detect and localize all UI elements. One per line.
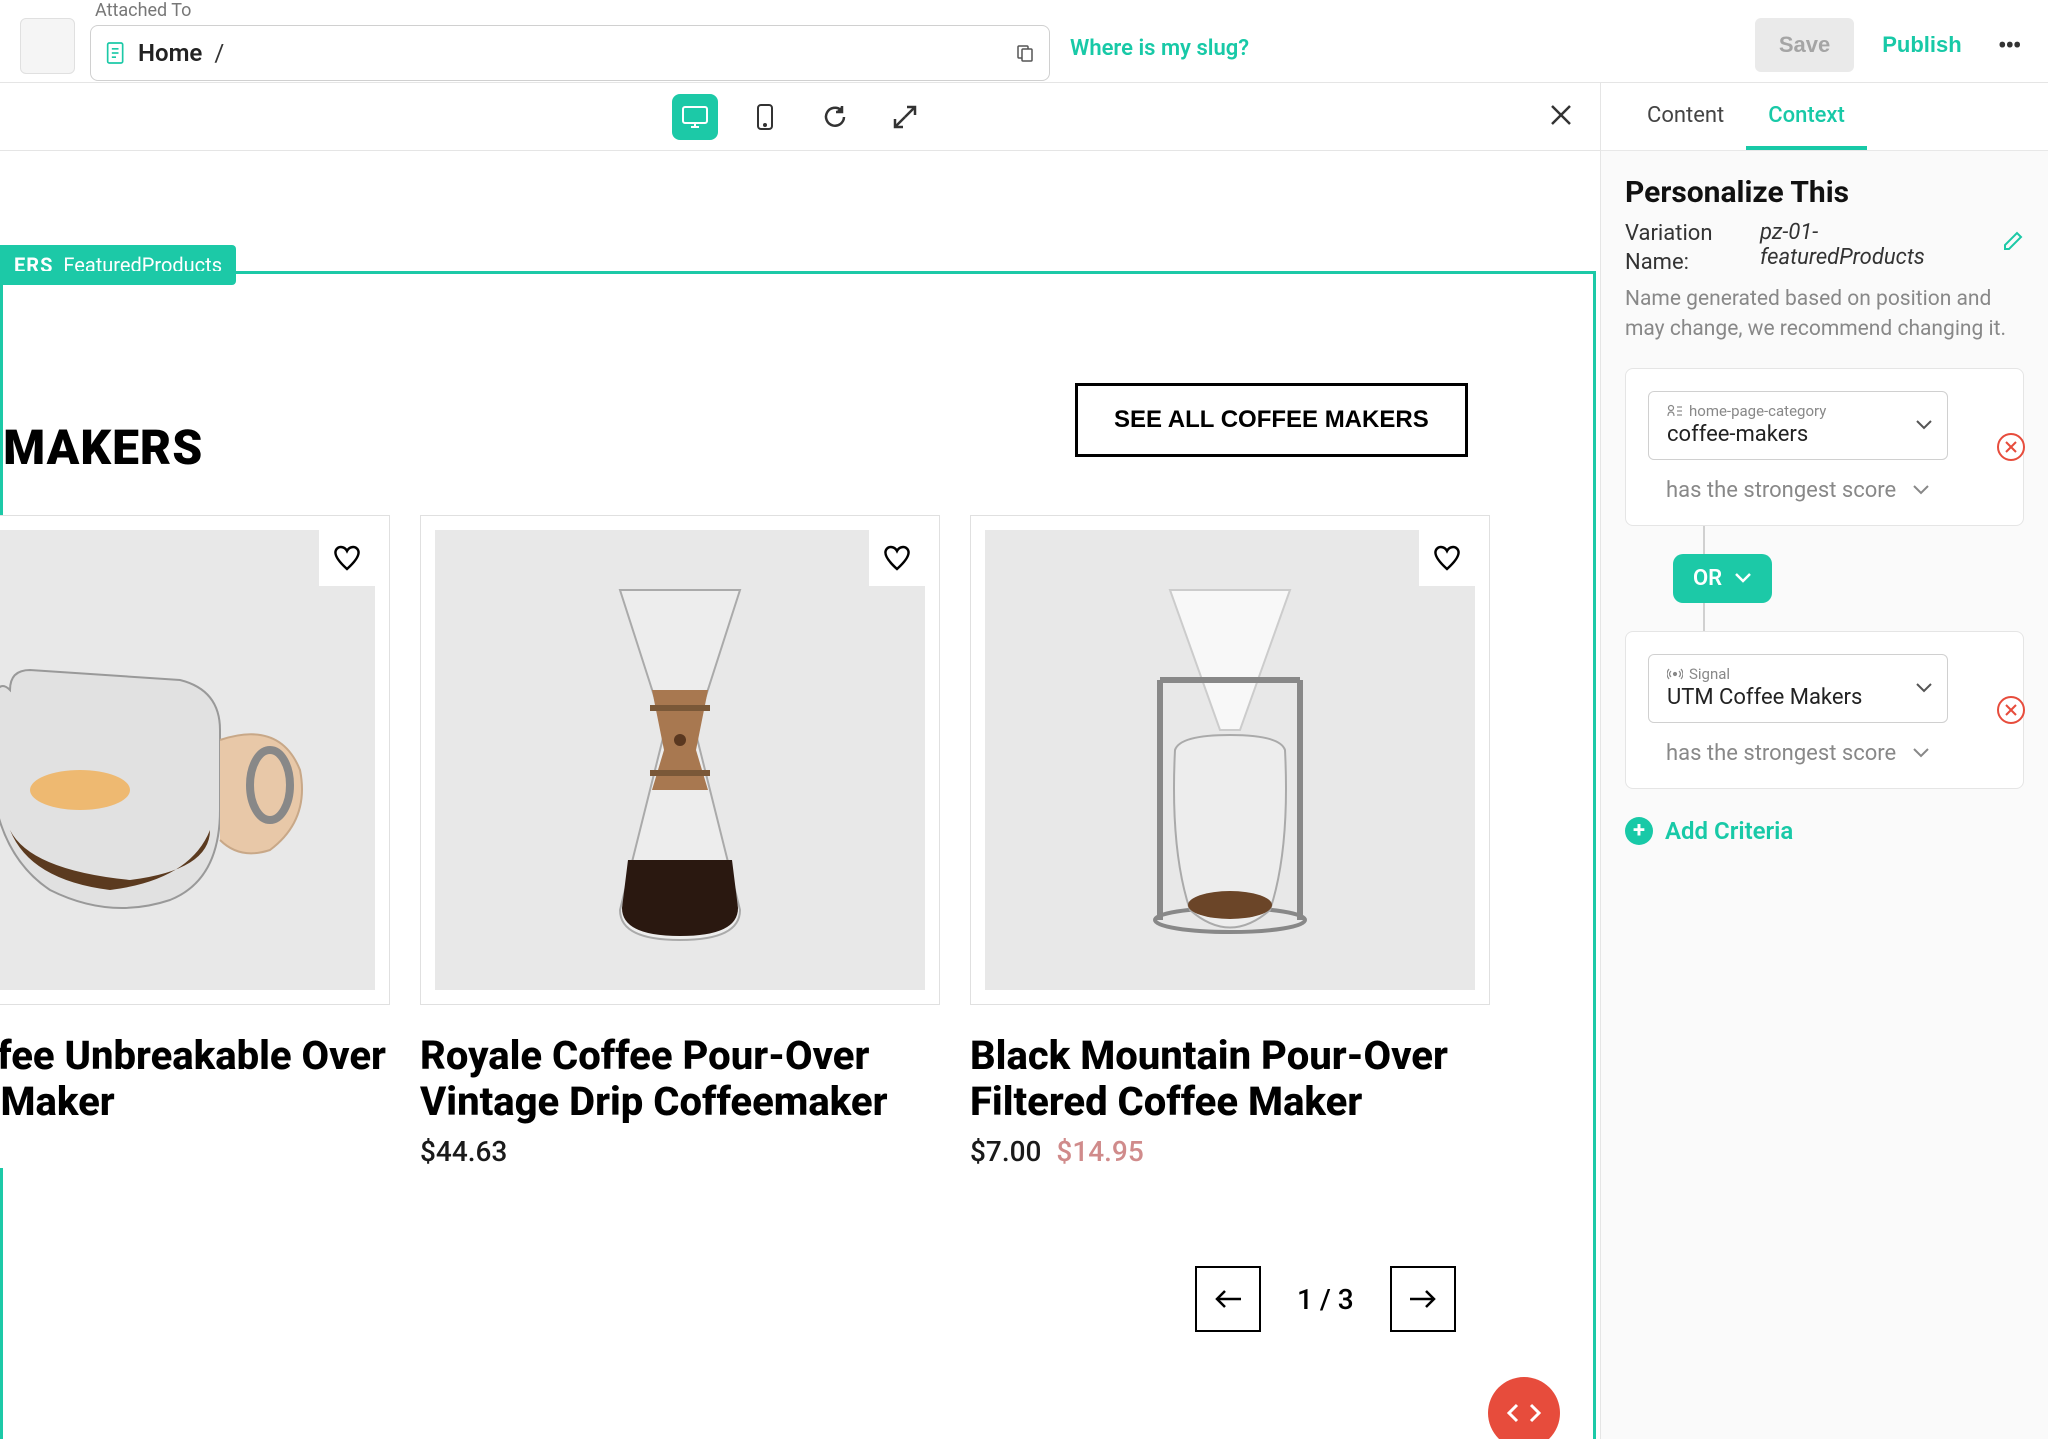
sidebar: Content Context Personalize This Variati… <box>1600 83 2048 1439</box>
criteria-value: UTM Coffee Makers <box>1667 685 1929 710</box>
pager-next-button[interactable] <box>1390 1266 1456 1332</box>
remove-criteria-button[interactable] <box>1997 433 2025 461</box>
criteria-select[interactable]: Signal UTM Coffee Makers <box>1648 654 1948 723</box>
product-card[interactable]: Royale Coffee Pour-Over Vintage Drip Cof… <box>420 515 940 1168</box>
more-icon[interactable]: ••• <box>1990 29 2028 62</box>
section-heading: FFEE MAKERS <box>0 419 203 476</box>
product-title: Royale Coffee Pour-Over Vintage Drip Cof… <box>420 1033 940 1125</box>
plus-icon: + <box>1625 817 1653 845</box>
product-row: nic Coffee Unbreakable Over Coffee Maker <box>0 515 1490 1168</box>
personalize-title: Personalize This <box>1625 175 2024 210</box>
favorite-button[interactable] <box>869 530 925 586</box>
breadcrumb-home: Home <box>138 39 202 67</box>
edit-icon[interactable] <box>2002 230 2024 252</box>
product-image <box>985 530 1475 990</box>
chevron-down-icon <box>1915 419 1933 431</box>
sidebar-body: Personalize This Variation Name: pz-01-f… <box>1601 151 2048 869</box>
variation-hint: Name generated based on position and may… <box>1625 285 2024 344</box>
see-all-button[interactable]: SEE ALL COFFEE MAKERS <box>1075 383 1468 457</box>
or-button[interactable]: OR <box>1673 554 1772 603</box>
criteria-select[interactable]: home-page-category coffee-makers <box>1648 391 1948 460</box>
criteria-type-label: Signal <box>1667 665 1929 683</box>
or-connector: OR <box>1673 526 2024 631</box>
refresh-button[interactable] <box>812 94 858 140</box>
product-title: Black Mountain Pour-Over Filtered Coffee… <box>970 1033 1490 1125</box>
tab-content[interactable]: Content <box>1625 83 1746 150</box>
breadcrumb[interactable]: Home / <box>90 25 1050 81</box>
product-image-wrap <box>420 515 940 1005</box>
pager: 1 / 3 <box>1195 1266 1456 1332</box>
pager-prev-button[interactable] <box>1195 1266 1261 1332</box>
attached-to-label: Attached To <box>95 0 1050 21</box>
publish-button[interactable]: Publish <box>1872 18 1971 72</box>
chevron-down-icon <box>1734 572 1752 584</box>
variation-value: pz-01-featuredProducts <box>1760 220 1962 270</box>
topbar-actions: Save Publish ••• <box>1755 18 2028 72</box>
criteria-score-select[interactable]: has the strongest score <box>1648 741 1948 766</box>
product-price: $7.00 $14.95 <box>970 1135 1490 1168</box>
chevron-down-icon <box>1915 682 1933 694</box>
product-card[interactable]: Black Mountain Pour-Over Filtered Coffee… <box>970 515 1490 1168</box>
product-image-wrap <box>970 515 1490 1005</box>
copy-icon[interactable] <box>1016 44 1034 62</box>
criteria-value: coffee-makers <box>1667 422 1929 447</box>
favorite-button[interactable] <box>1419 530 1475 586</box>
criteria-type-label: home-page-category <box>1667 402 1929 420</box>
product-image <box>0 530 375 990</box>
desktop-view-button[interactable] <box>672 94 718 140</box>
save-button[interactable]: Save <box>1755 18 1854 72</box>
remove-criteria-button[interactable] <box>1997 696 2025 724</box>
chevron-down-icon <box>1912 484 1930 496</box>
pager-label: 1 / 3 <box>1297 1283 1354 1316</box>
product-image <box>435 530 925 990</box>
mobile-view-button[interactable] <box>742 94 788 140</box>
chevron-down-icon <box>1912 747 1930 759</box>
product-image-wrap <box>0 515 390 1005</box>
sidebar-tabs: Content Context <box>1601 83 2048 151</box>
tab-context[interactable]: Context <box>1746 83 1867 150</box>
canvas: ERS FeaturedProducts FFEE MAKERS SEE ALL… <box>0 151 1598 1439</box>
product-price: $44.63 <box>420 1135 940 1168</box>
variation-row: Variation Name: pz-01-featuredProducts <box>1625 220 2024 277</box>
expand-button[interactable] <box>882 94 928 140</box>
close-preview-button[interactable] <box>1550 99 1572 134</box>
code-fab-button[interactable] <box>1488 1377 1560 1439</box>
criteria-card: home-page-category coffee-makers has the… <box>1625 368 2024 526</box>
collapse-box[interactable] <box>20 18 75 74</box>
criteria-card: Signal UTM Coffee Makers has the stronge… <box>1625 631 2024 789</box>
criteria-score-select[interactable]: has the strongest score <box>1648 478 1948 503</box>
product-card[interactable]: nic Coffee Unbreakable Over Coffee Maker <box>0 515 390 1168</box>
device-toolbar <box>0 83 1600 151</box>
slug-link[interactable]: Where is my slug? <box>1070 36 1249 61</box>
topbar: Attached To Home / Where is my slug? Sav… <box>0 0 2048 83</box>
variation-label: Variation Name: <box>1625 220 1720 277</box>
favorite-button[interactable] <box>319 530 375 586</box>
attached-col: Attached To Home / <box>90 0 1050 81</box>
breadcrumb-slash: / <box>214 39 224 67</box>
add-criteria-button[interactable]: + Add Criteria <box>1625 817 2024 845</box>
product-title: nic Coffee Unbreakable Over Coffee Maker <box>0 1033 390 1125</box>
document-icon <box>106 41 126 65</box>
